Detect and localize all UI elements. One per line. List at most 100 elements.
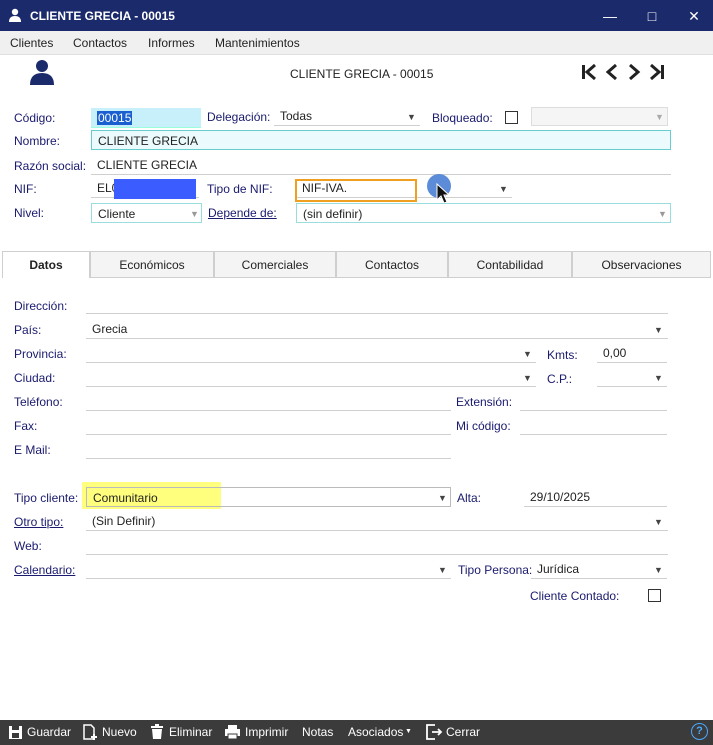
trash-icon[interactable] bbox=[150, 724, 164, 743]
bloqueado-reason-select bbox=[531, 107, 668, 126]
last-record-icon[interactable] bbox=[648, 62, 666, 85]
delete-button[interactable]: Eliminar bbox=[169, 725, 212, 739]
menu-contactos[interactable]: Contactos bbox=[73, 36, 127, 50]
new-button[interactable]: Nuevo bbox=[102, 725, 137, 739]
chevron-down-icon[interactable]: ▼ bbox=[654, 565, 663, 575]
pais-label: País: bbox=[14, 323, 42, 337]
nivel-label: Nivel: bbox=[14, 206, 45, 220]
tab-contactos[interactable]: Contactos bbox=[336, 251, 448, 278]
notes-button[interactable]: Notas bbox=[302, 725, 333, 739]
menu-mantenimientos[interactable]: Mantenimientos bbox=[215, 36, 300, 50]
window-title: CLIENTE GRECIA - 00015 bbox=[30, 9, 175, 23]
bloqueado-checkbox[interactable] bbox=[505, 111, 518, 124]
depende-de-value: (sin definir) bbox=[303, 207, 363, 221]
delegacion-label: Delegación: bbox=[207, 110, 271, 124]
associated-button[interactable]: Asociados bbox=[348, 725, 403, 739]
cp-label: C.P.: bbox=[547, 372, 573, 386]
chevron-down-icon[interactable]: ▼ bbox=[438, 565, 447, 575]
nombre-field[interactable]: CLIENTE GRECIA bbox=[91, 130, 671, 150]
nivel-value: Cliente bbox=[98, 207, 136, 221]
otro-tipo-select[interactable]: (Sin Definir) bbox=[86, 511, 668, 531]
chevron-down-icon[interactable]: ▼ bbox=[654, 325, 663, 335]
extension-field[interactable] bbox=[520, 391, 667, 411]
tab-observaciones[interactable]: Observaciones bbox=[572, 251, 711, 278]
otro-tipo-value: (Sin Definir) bbox=[92, 514, 156, 528]
menu-clientes[interactable]: Clientes bbox=[10, 36, 53, 50]
new-document-icon[interactable] bbox=[82, 724, 98, 744]
chevron-down-icon[interactable]: ▼ bbox=[438, 493, 447, 503]
close-window-button[interactable]: Cerrar bbox=[446, 725, 480, 739]
razon-social-value: CLIENTE GRECIA bbox=[97, 158, 198, 172]
fax-field[interactable] bbox=[86, 415, 451, 435]
close-button[interactable]: ✕ bbox=[684, 6, 704, 26]
previous-record-icon[interactable] bbox=[604, 62, 620, 85]
calendario-link[interactable]: Calendario: bbox=[14, 563, 75, 577]
razon-social-label: Razón social: bbox=[14, 159, 87, 173]
codigo-field[interactable]: 00015 bbox=[91, 108, 201, 128]
cliente-contado-checkbox[interactable] bbox=[648, 589, 661, 602]
nombre-value: CLIENTE GRECIA bbox=[98, 134, 199, 148]
mi-codigo-field[interactable] bbox=[520, 415, 667, 435]
highlight-box bbox=[295, 179, 417, 202]
cliente-contado-label: Cliente Contado: bbox=[530, 589, 620, 603]
print-button[interactable]: Imprimir bbox=[245, 725, 288, 739]
tipo-persona-label: Tipo Persona: bbox=[458, 563, 533, 577]
title-bar: CLIENTE GRECIA - 00015 — □ ✕ bbox=[0, 0, 713, 31]
depende-de-link[interactable]: Depende de: bbox=[208, 206, 277, 220]
chevron-down-icon[interactable]: ▼ bbox=[407, 112, 416, 122]
chevron-down-icon[interactable]: ▼ bbox=[499, 184, 508, 194]
chevron-down-icon[interactable]: ▼ bbox=[658, 209, 667, 219]
nombre-label: Nombre: bbox=[14, 134, 61, 148]
kmts-field[interactable]: 0,00 bbox=[597, 343, 667, 363]
tipo-persona-select[interactable]: Jurídica bbox=[531, 559, 667, 579]
chevron-down-icon[interactable]: ▼ bbox=[523, 373, 532, 383]
save-button[interactable]: Guardar bbox=[27, 725, 71, 739]
nivel-select[interactable]: Cliente bbox=[91, 203, 202, 223]
web-field[interactable] bbox=[86, 535, 668, 555]
pais-value: Grecia bbox=[92, 322, 128, 336]
first-record-icon[interactable] bbox=[580, 62, 598, 85]
direccion-field[interactable] bbox=[86, 294, 668, 314]
menu-informes[interactable]: Informes bbox=[148, 36, 195, 50]
nif-label: NIF: bbox=[14, 182, 37, 196]
provincia-select[interactable] bbox=[86, 343, 536, 363]
chevron-down-icon[interactable]: ▼ bbox=[190, 209, 199, 219]
tab-economicos[interactable]: Económicos bbox=[90, 251, 214, 278]
tab-contabilidad[interactable]: Contabilidad bbox=[448, 251, 572, 278]
depende-de-select[interactable]: (sin definir) bbox=[296, 203, 671, 223]
save-icon[interactable] bbox=[8, 725, 23, 743]
tipo-cliente-value: Comunitario bbox=[93, 491, 158, 505]
tipo-cliente-label: Tipo cliente: bbox=[14, 491, 79, 505]
codigo-value: 00015 bbox=[97, 111, 133, 125]
help-icon[interactable]: ? bbox=[691, 723, 708, 740]
printer-icon[interactable] bbox=[224, 724, 241, 743]
chevron-down-icon[interactable]: ▼ bbox=[654, 517, 663, 527]
ciudad-select[interactable] bbox=[86, 367, 536, 387]
otro-tipo-link[interactable]: Otro tipo: bbox=[14, 515, 63, 529]
kmts-label: Kmts: bbox=[547, 348, 578, 362]
mi-codigo-label: Mi código: bbox=[456, 419, 511, 433]
email-field[interactable] bbox=[86, 439, 451, 459]
chevron-down-icon[interactable]: ▼ bbox=[405, 728, 412, 735]
exit-icon[interactable] bbox=[426, 724, 443, 743]
pais-select[interactable]: Grecia bbox=[86, 319, 668, 339]
calendario-select[interactable] bbox=[86, 559, 451, 579]
maximize-button[interactable]: □ bbox=[642, 6, 662, 26]
alta-field[interactable]: 29/10/2025 bbox=[524, 487, 667, 507]
alta-value: 29/10/2025 bbox=[530, 490, 591, 504]
chevron-down-icon[interactable]: ▼ bbox=[654, 373, 663, 383]
client-avatar-icon bbox=[29, 59, 55, 88]
delegacion-select[interactable]: Todas bbox=[274, 106, 420, 126]
ciudad-label: Ciudad: bbox=[14, 371, 56, 385]
direccion-label: Dirección: bbox=[14, 299, 68, 313]
kmts-value: 0,00 bbox=[603, 346, 627, 360]
tipo-cliente-select[interactable]: Comunitario bbox=[86, 487, 451, 507]
provincia-label: Provincia: bbox=[14, 347, 67, 361]
telefono-field[interactable] bbox=[86, 391, 451, 411]
minimize-button[interactable]: — bbox=[600, 6, 620, 26]
next-record-icon[interactable] bbox=[626, 62, 642, 85]
tab-comerciales[interactable]: Comerciales bbox=[214, 251, 336, 278]
chevron-down-icon[interactable]: ▼ bbox=[523, 349, 532, 359]
tab-datos[interactable]: Datos bbox=[2, 251, 90, 278]
razon-social-field[interactable]: CLIENTE GRECIA bbox=[91, 155, 671, 175]
